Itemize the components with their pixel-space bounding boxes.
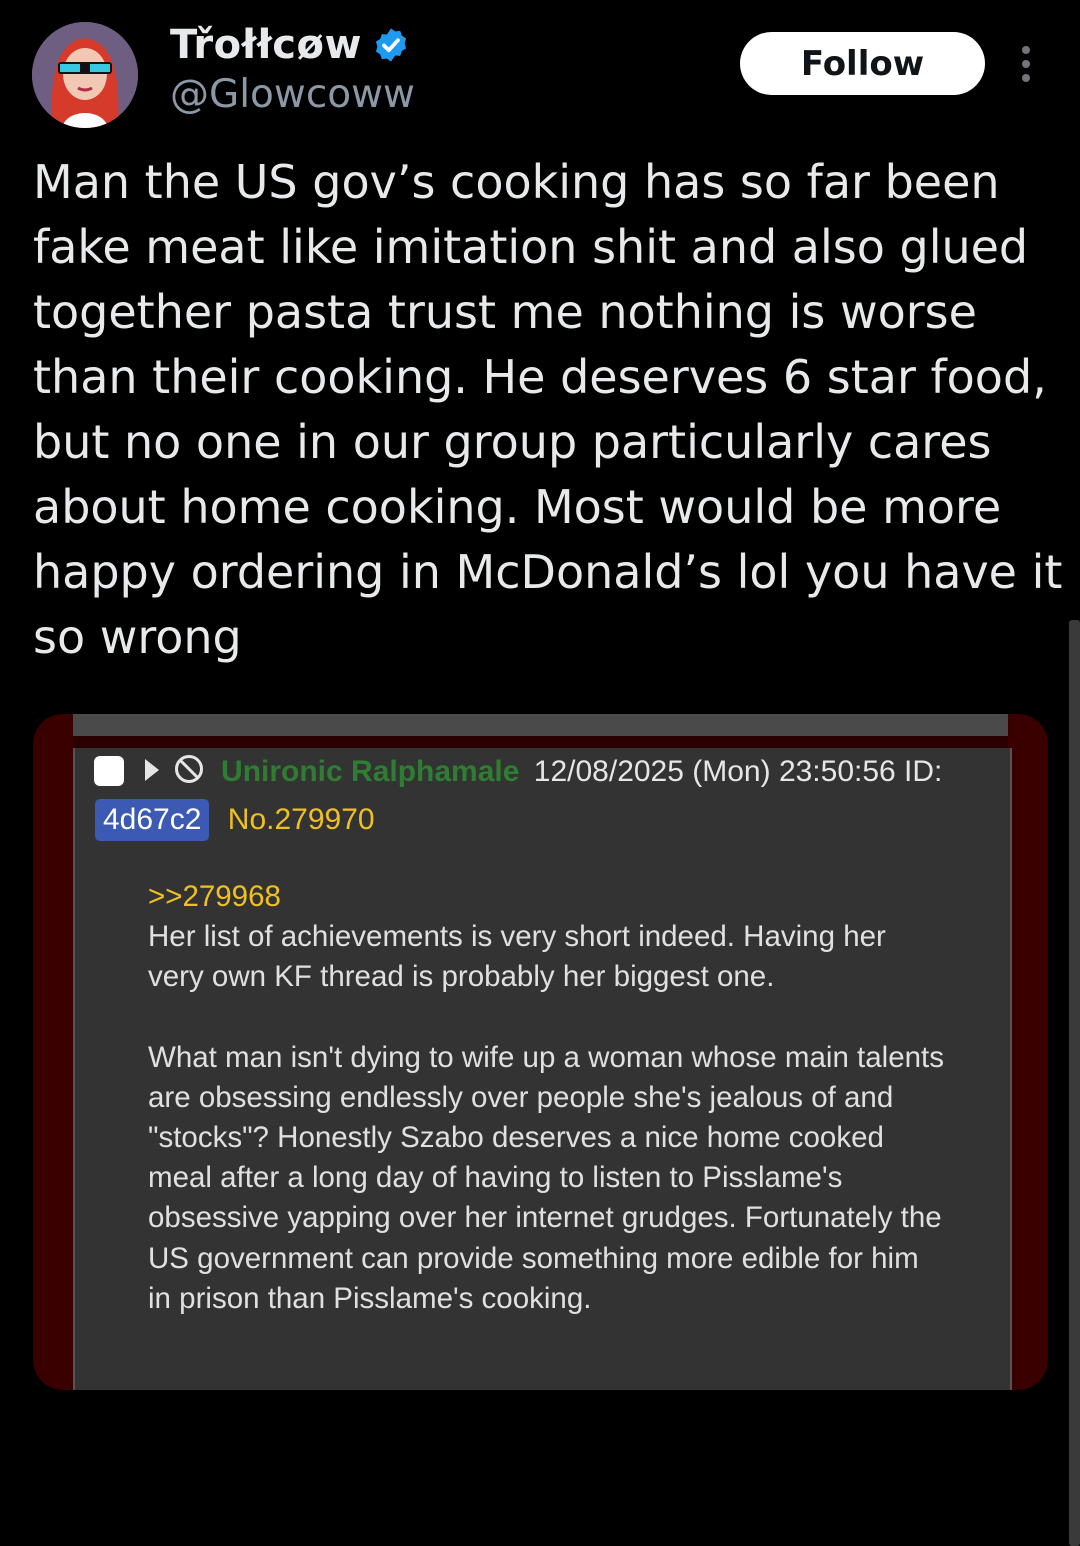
expand-arrow-icon[interactable] [142, 755, 162, 785]
post-paragraph: Her list of achievements is very short i… [148, 920, 886, 994]
tweet-header: Třołłcøw @Glowcoww Follow [0, 0, 1080, 140]
author-display-name[interactable]: Třołłcøw [170, 22, 362, 68]
quote-link: >>279968 [148, 880, 281, 913]
author-handle[interactable]: @Glowcoww [170, 72, 415, 117]
scrollbar[interactable] [1069, 620, 1080, 1546]
poster-name: Unironic Ralphamale [221, 755, 520, 788]
verified-badge-icon [375, 28, 406, 62]
forum-post-body: >>279968 Her list of achievements is ver… [148, 877, 948, 1319]
post-paragraph: What man isn't dying to wife up a woman … [148, 1040, 944, 1315]
post-datetime: 12/08/2025 (Mon) 23:50:56 ID: [533, 755, 943, 788]
post-select-checkbox[interactable] [94, 756, 124, 786]
media-top-divider [73, 736, 1008, 748]
media-top-bar [73, 714, 1008, 736]
follow-button[interactable]: Follow [740, 32, 985, 95]
author-name-row: Třołłcøw [170, 22, 410, 68]
more-vertical-icon[interactable] [1012, 44, 1040, 84]
hide-post-icon[interactable] [173, 753, 205, 785]
poster-id-badge: 4d67c2 [95, 799, 210, 841]
forum-post-header: Unironic Ralphamale 12/08/2025 (Mon) 23:… [58, 748, 1008, 844]
post-number: No.279970 [227, 803, 375, 836]
avatar-image [32, 22, 138, 128]
avatar[interactable] [32, 22, 138, 128]
tweet-text: Man the US gov’s cooking has so far been… [33, 155, 1078, 664]
